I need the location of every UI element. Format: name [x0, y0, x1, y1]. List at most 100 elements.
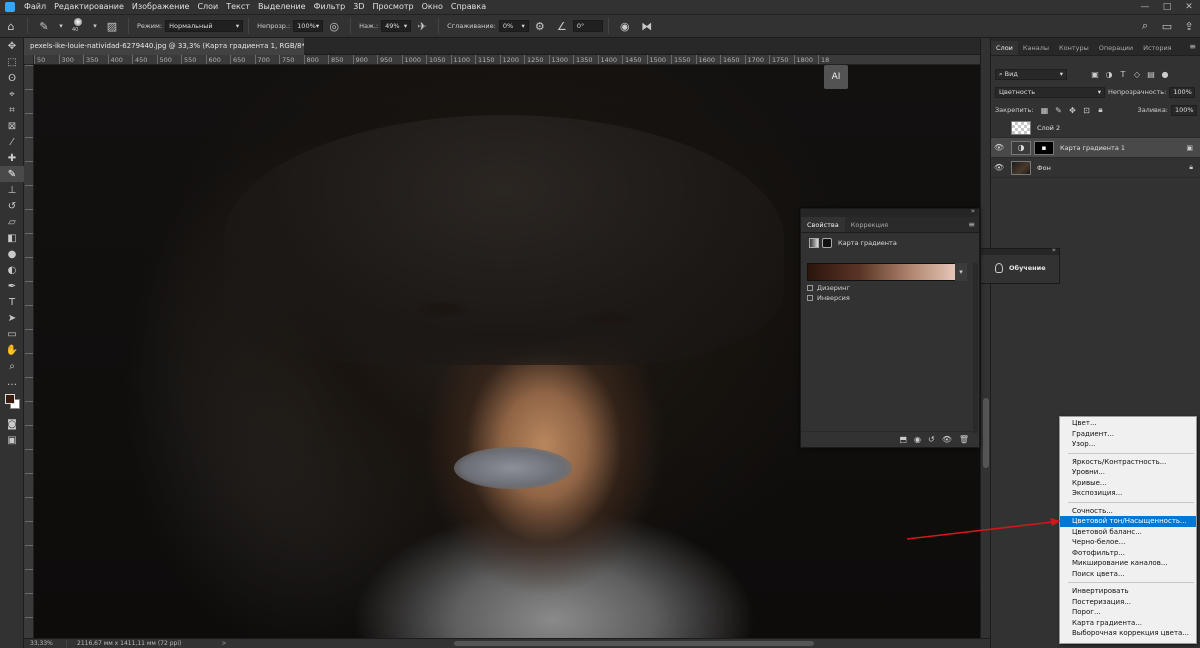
document-tab[interactable]: pexels-ike-louie-natividad-6279440.jpg @…	[24, 38, 304, 55]
tab-layers[interactable]: Слои	[991, 41, 1018, 55]
tab-paths[interactable]: Контуры	[1054, 41, 1094, 55]
clone-stamp-tool-icon[interactable]: ⊥	[0, 182, 24, 198]
screen-mode-icon[interactable]: ▣	[0, 432, 24, 448]
adjustment-menu-item[interactable]: Цветовой баланс...	[1060, 527, 1196, 538]
adjustment-menu-item[interactable]: Узор...	[1060, 439, 1196, 450]
lasso-tool-icon[interactable]: ʘ	[0, 70, 24, 86]
airbrush-icon[interactable]: ✈	[413, 17, 431, 35]
lock-transparent-icon[interactable]: ▦	[1038, 105, 1050, 116]
fill-field[interactable]: 100%	[1171, 104, 1197, 116]
adjustment-menu-item[interactable]: Уровни...	[1060, 467, 1196, 478]
smoothing-field[interactable]: 0% ▾	[498, 20, 529, 32]
adjustment-menu-item[interactable]: Цвет...	[1060, 418, 1196, 429]
menu-item[interactable]: Окно	[418, 0, 447, 14]
checkbox-box[interactable]	[807, 295, 813, 301]
properties-scrollbar[interactable]	[973, 263, 978, 433]
symmetry-icon[interactable]: ⧓	[638, 17, 656, 35]
adjustment-menu-item[interactable]: Яркость/Контрастность...	[1060, 457, 1196, 468]
type-tool-icon[interactable]: T	[0, 294, 24, 310]
blend-mode-select[interactable]: Цветность ▾	[995, 86, 1105, 98]
learn-label[interactable]: Обучение	[1009, 264, 1046, 272]
adjustment-menu-item[interactable]: Микширование каналов...	[1060, 558, 1196, 569]
close-window-button[interactable]: ✕	[1178, 0, 1200, 14]
more-tools-icon[interactable]: …	[0, 374, 24, 390]
panel-menu-icon[interactable]: ≡	[1189, 42, 1196, 51]
eye-icon[interactable]: 👁︎	[991, 163, 1007, 172]
menu-item[interactable]: Выделение	[254, 0, 310, 14]
adjustment-menu-item[interactable]: Выборочная коррекция цвета...	[1060, 628, 1196, 639]
tab-channels[interactable]: Каналы	[1018, 41, 1054, 55]
adjustment-menu-item[interactable]: Сочность...	[1060, 506, 1196, 517]
menu-item[interactable]: Фильтр	[310, 0, 350, 14]
pressure-opacity-icon[interactable]: ◎	[325, 17, 343, 35]
tab-adjustments[interactable]: Коррекция	[845, 217, 894, 232]
angle-field[interactable]: 0°	[572, 20, 603, 32]
adjustment-menu-item[interactable]: Фотофильтр...	[1060, 548, 1196, 559]
pen-tool-icon[interactable]: ✒	[0, 278, 24, 294]
horizontal-scrollbar[interactable]	[454, 641, 814, 646]
eye-icon[interactable]: 👁︎	[991, 143, 1007, 152]
filter-toggle-icon[interactable]: ●	[1159, 69, 1171, 80]
contextual-task-button[interactable]: AI	[824, 65, 848, 89]
zoom-tool-icon[interactable]: ⌕	[0, 358, 24, 374]
layer-opacity-field[interactable]: 100%	[1169, 86, 1196, 98]
menu-item[interactable]: Текст	[222, 0, 254, 14]
dodge-tool-icon[interactable]: ◐	[0, 262, 24, 278]
chevron-down-icon[interactable]: ▾	[91, 17, 99, 35]
share-icon[interactable]: ⇪	[1180, 17, 1198, 35]
menu-item[interactable]: 3D	[349, 0, 368, 14]
healing-brush-tool-icon[interactable]: ✚	[0, 150, 24, 166]
adjustment-menu-item[interactable]: Цветовой тон/Насыщенность...	[1060, 516, 1196, 527]
hand-tool-icon[interactable]: ✋	[0, 342, 24, 358]
zoom-level[interactable]: 33,33%	[24, 640, 66, 647]
menu-item[interactable]: Редактирование	[50, 0, 128, 14]
menu-item[interactable]: Изображение	[128, 0, 194, 14]
path-select-tool-icon[interactable]: ➤	[0, 310, 24, 326]
eye-icon[interactable]: 👁︎	[942, 435, 952, 444]
adjustment-menu-item[interactable]: Градиент...	[1060, 429, 1196, 440]
history-brush-tool-icon[interactable]: ↺	[0, 198, 24, 214]
quick-select-tool-icon[interactable]: ⌖	[0, 86, 24, 102]
home-icon[interactable]: ⌂	[2, 17, 20, 35]
tab-history[interactable]: История	[1138, 41, 1176, 55]
collapse-icon[interactable]: »	[971, 207, 975, 215]
eraser-tool-icon[interactable]: ▱	[0, 214, 24, 230]
adjustment-menu-item[interactable]: Экспозиция...	[1060, 488, 1196, 499]
adjustment-menu-item[interactable]: Постеризация...	[1060, 597, 1196, 608]
tab-properties[interactable]: Свойства	[801, 217, 845, 232]
layer-mask-thumbnail[interactable]: ▪	[1034, 140, 1054, 155]
layer-row-gradient-map[interactable]: 👁︎ ◑ ▪ Карта градиента 1 ▣	[991, 138, 1200, 158]
adjustment-menu-item[interactable]: Поиск цвета...	[1060, 569, 1196, 580]
document-info[interactable]: 2116,67 мм х 1411,11 мм (72 ppi)	[66, 640, 181, 647]
adjustment-menu-item[interactable]: Черно-белое...	[1060, 537, 1196, 548]
brush-settings-icon[interactable]: ▨	[103, 17, 121, 35]
checkbox-box[interactable]	[807, 285, 813, 291]
view-previous-icon[interactable]: ◉	[914, 435, 921, 444]
opacity-field[interactable]: 100% ▾	[293, 20, 324, 32]
move-tool-icon[interactable]: ✥	[0, 38, 24, 54]
menu-item[interactable]: Просмотр	[369, 0, 418, 14]
adjustment-menu-item[interactable]: Порог...	[1060, 607, 1196, 618]
layer-filter-select[interactable]: ⌕ Вид ▾	[995, 68, 1067, 80]
workspace-icon[interactable]: ▭	[1158, 17, 1176, 35]
blur-tool-icon[interactable]: ●	[0, 246, 24, 262]
dock-scrollbar[interactable]	[983, 398, 989, 468]
smart-object-filter-icon[interactable]: ▤	[1145, 69, 1157, 80]
adjustment-filter-icon[interactable]: ◑	[1103, 69, 1115, 80]
lock-all-icon[interactable]: 🔒︎	[1094, 105, 1106, 116]
search-icon[interactable]: ⌕	[1136, 17, 1154, 35]
reverse-checkbox[interactable]: Инверсия	[807, 294, 850, 302]
mask-icon[interactable]	[822, 238, 832, 248]
menu-item[interactable]: Файл	[20, 0, 50, 14]
lock-artboard-icon[interactable]: ⊡	[1080, 105, 1092, 116]
tab-actions[interactable]: Операции	[1094, 41, 1138, 55]
gradient-picker[interactable]	[807, 263, 967, 281]
lock-image-icon[interactable]: ✎	[1052, 105, 1064, 116]
pixel-filter-icon[interactable]: ▣	[1089, 69, 1101, 80]
adjustment-menu-item[interactable]: Карта градиента...	[1060, 618, 1196, 629]
dither-checkbox[interactable]: Дизеринг	[807, 284, 850, 292]
brush-tool-icon[interactable]: ✎	[0, 166, 24, 182]
clip-to-layer-icon[interactable]: ⬒	[899, 435, 907, 444]
pressure-size-icon[interactable]: ◉	[616, 17, 634, 35]
color-swatches[interactable]	[0, 390, 24, 416]
